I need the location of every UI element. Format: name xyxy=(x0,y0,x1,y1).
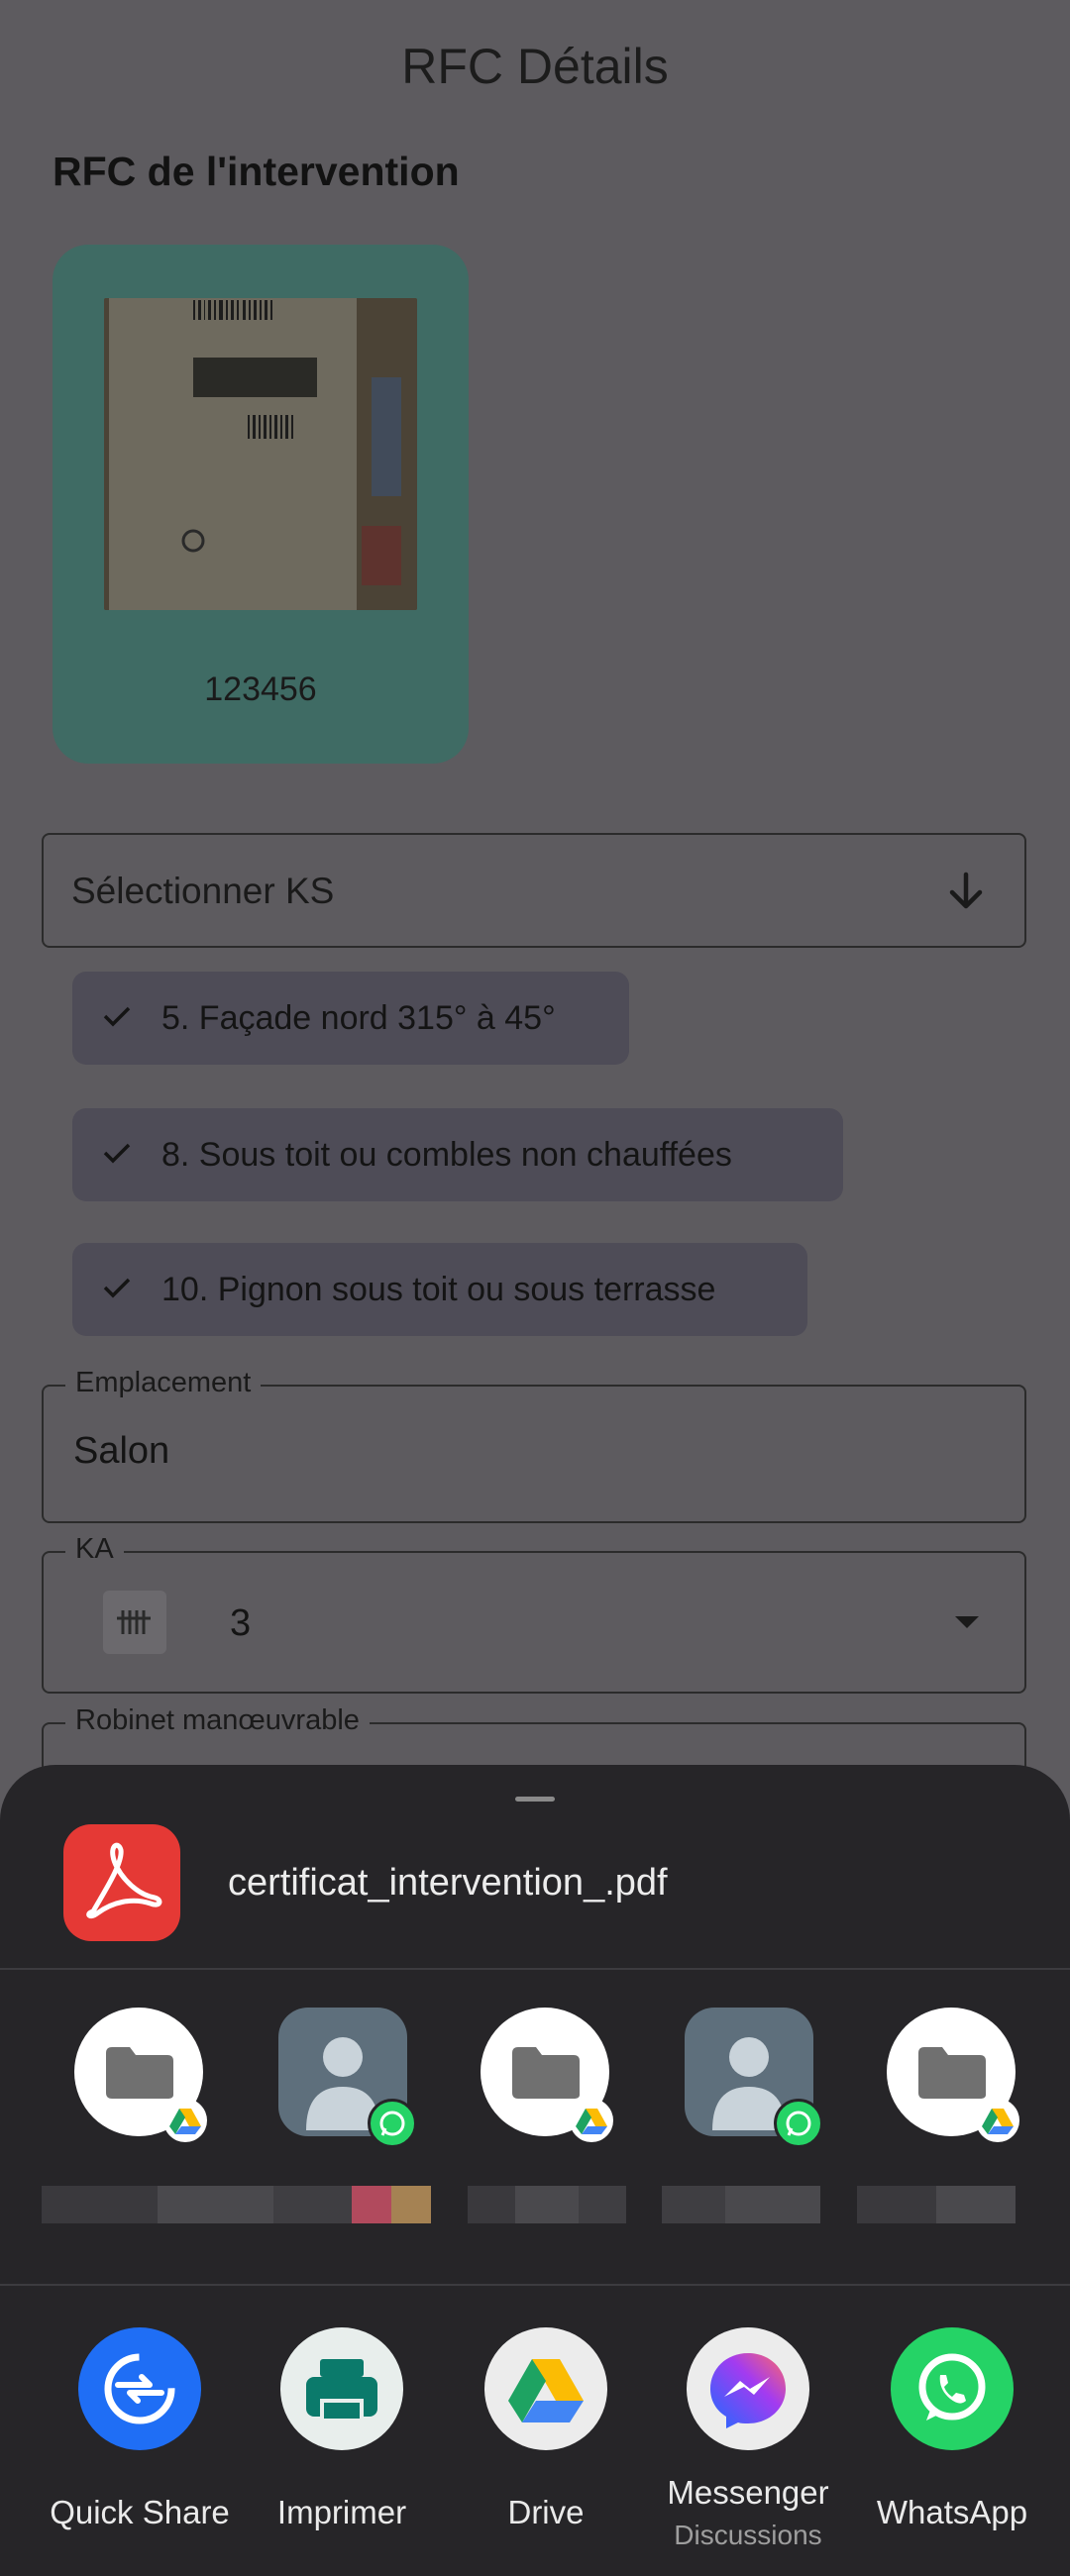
redacted-name xyxy=(857,2186,1016,2223)
arrow-down-icon xyxy=(943,869,989,919)
redacted-name xyxy=(468,2186,626,2223)
redacted-name xyxy=(662,2186,820,2223)
app-label-quick-share: Quick Share xyxy=(50,2494,230,2530)
ks-chip-1[interactable]: 5. Façade nord 315° à 45° xyxy=(72,972,629,1065)
file-name: certificat_intervention_.pdf xyxy=(228,1862,668,1904)
whatsapp-badge-icon xyxy=(368,2099,417,2148)
messenger-icon[interactable] xyxy=(687,2327,809,2450)
share-sheet[interactable]: certificat_intervention_.pdf Quick Share… xyxy=(0,1765,1070,2576)
drive-badge-icon xyxy=(163,2099,207,2142)
radiator-icon xyxy=(103,1591,166,1654)
app-label-drive: Drive xyxy=(507,2494,585,2530)
divider xyxy=(0,2284,1070,2286)
drive-badge-icon xyxy=(976,2099,1019,2142)
ks-select-label: Sélectionner KS xyxy=(71,871,335,911)
chip-label: 8. Sous toit ou combles non chauffées xyxy=(161,1135,732,1174)
caret-down-icon xyxy=(953,1614,981,1635)
quick-share-icon[interactable] xyxy=(78,2327,201,2450)
ka-dropdown[interactable]: KA 3 xyxy=(42,1533,1026,1694)
direct-share-target-3[interactable] xyxy=(481,2008,613,2142)
ks-chip-2[interactable]: 8. Sous toit ou combles non chauffées xyxy=(72,1108,843,1201)
emplacement-value: Salon xyxy=(73,1430,170,1472)
emplacement-legend: Emplacement xyxy=(65,1367,262,1399)
chip-label: 10. Pignon sous toit ou sous terrasse xyxy=(161,1270,716,1308)
pdf-icon xyxy=(63,1824,180,1941)
ka-legend: KA xyxy=(65,1533,124,1566)
page-title: RFC Détails xyxy=(401,39,669,94)
section-title: RFC de l'intervention xyxy=(53,149,460,194)
drag-handle[interactable] xyxy=(515,1797,555,1802)
drive-badge-icon xyxy=(570,2099,613,2142)
check-icon xyxy=(102,1276,132,1304)
check-icon xyxy=(102,1004,132,1033)
redacted-name xyxy=(352,2186,431,2223)
folder-icon xyxy=(510,2045,582,2106)
divider xyxy=(0,1968,1070,1970)
emplacement-field[interactable]: Emplacement Salon xyxy=(42,1367,1026,1523)
drive-icon[interactable] xyxy=(484,2327,607,2450)
rfc-number: 123456 xyxy=(204,670,317,708)
ks-chip-3[interactable]: 10. Pignon sous toit ou sous terrasse xyxy=(72,1243,807,1336)
check-icon xyxy=(102,1141,132,1170)
whatsapp-badge-icon xyxy=(774,2099,823,2148)
app-label-print: Imprimer xyxy=(276,2494,407,2530)
app-sublabel-messenger: Discussions xyxy=(674,2520,822,2550)
direct-share-target-1[interactable] xyxy=(74,2008,207,2142)
ks-select[interactable]: Sélectionner KS xyxy=(42,833,1026,948)
robinet-legend: Robinet manœuvrable xyxy=(65,1704,370,1737)
folder-icon xyxy=(104,2045,175,2106)
app-label-messenger: Messenger xyxy=(667,2474,829,2511)
direct-share-target-5[interactable] xyxy=(887,2008,1019,2142)
chip-label: 5. Façade nord 315° à 45° xyxy=(161,998,556,1037)
app-label-whatsapp: WhatsApp xyxy=(876,2494,1028,2530)
whatsapp-icon[interactable] xyxy=(891,2327,1014,2450)
folder-icon xyxy=(916,2045,988,2106)
direct-share-target-2[interactable] xyxy=(278,2008,417,2148)
direct-share-target-4[interactable] xyxy=(685,2008,823,2148)
print-icon[interactable] xyxy=(280,2327,403,2450)
meter-photo xyxy=(104,298,417,610)
rfc-photo-card[interactable]: 123456 xyxy=(53,245,469,764)
ka-value: 3 xyxy=(230,1602,252,1644)
